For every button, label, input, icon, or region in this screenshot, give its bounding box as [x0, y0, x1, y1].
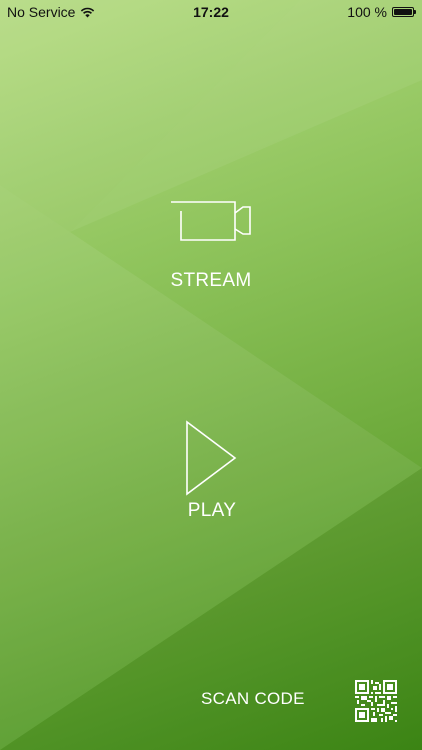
play-button[interactable]: PLAY	[0, 420, 422, 522]
video-camera-icon	[171, 201, 251, 241]
battery-icon	[392, 7, 416, 17]
stream-button[interactable]: STREAM	[0, 196, 422, 292]
battery-fill	[394, 9, 412, 15]
scan-code-button[interactable]: SCAN CODE	[201, 689, 305, 709]
background-facets	[0, 0, 422, 750]
home-screen: No Service 17:22 100 % STREAM PLAY SCAN …	[0, 0, 422, 750]
play-icon	[186, 420, 237, 496]
status-bar: No Service 17:22 100 %	[0, 0, 422, 24]
stream-label: STREAM	[170, 270, 252, 291]
qr-code-icon[interactable]	[355, 680, 397, 722]
play-label: PLAY	[187, 500, 237, 521]
battery-percentage: 100 %	[347, 4, 387, 20]
status-right: 100 %	[347, 4, 416, 20]
